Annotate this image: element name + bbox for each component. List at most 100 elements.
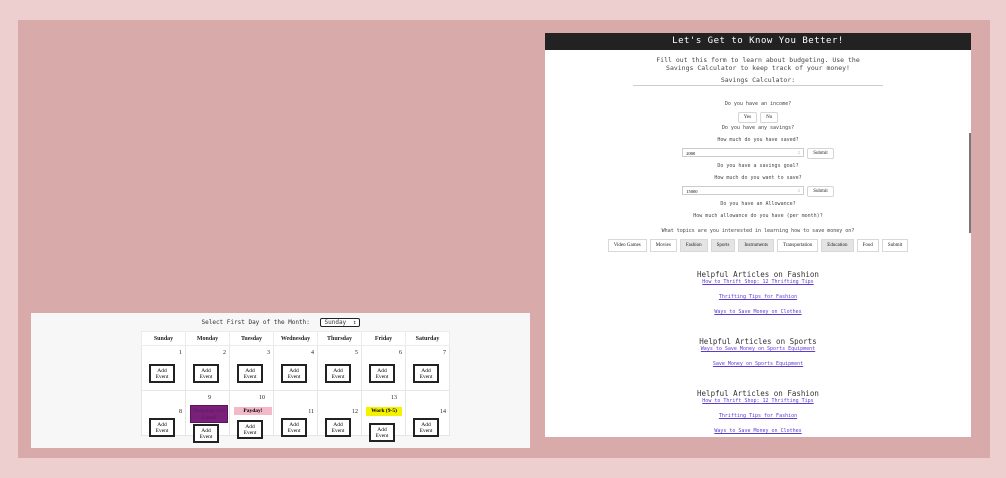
day-cell: 7 Add Event	[405, 345, 450, 391]
day-cell: 9 Shopping with Friend Add Event	[185, 390, 230, 443]
topic-sports[interactable]: Sports	[710, 239, 736, 252]
day-cell: 10 Payday! Add Event	[229, 390, 274, 439]
topic-video-games[interactable]: Video Games	[607, 239, 647, 252]
topics-submit-button[interactable]: Submit	[881, 239, 909, 252]
day-cell: 13 Work (9-5) Add Event	[361, 390, 406, 442]
add-event-button[interactable]: Add Event	[281, 364, 307, 383]
article-link[interactable]: How to Thrift Shop: 12 Thrifting Tips	[545, 398, 971, 404]
add-event-button[interactable]: Add Event	[281, 418, 307, 437]
topic-education[interactable]: Education	[821, 239, 854, 252]
first-day-label: Select First Day of the Month:	[201, 319, 310, 326]
question-allowance-amount: How much allowance do you have (per mont…	[693, 213, 823, 219]
question-goal-amount: How much do you want to save?	[714, 175, 802, 181]
day-number: 3	[267, 350, 270, 356]
fashion-articles-title: Helpful Articles on Fashion	[697, 389, 819, 398]
saved-amount-input[interactable]: 2000	[682, 148, 805, 158]
form-header: Let's Get to Know You Better!	[545, 33, 971, 50]
topic-transportation[interactable]: Transportation	[777, 239, 819, 252]
day-cell: 14 Add Event	[405, 390, 450, 437]
day-number: 11	[308, 409, 314, 415]
day-number: 5	[355, 350, 358, 356]
topic-instruments[interactable]: Instruments	[738, 239, 774, 252]
topic-movies[interactable]: Movies	[649, 239, 677, 252]
scrollbar[interactable]	[969, 133, 971, 233]
day-cell: 4 Add Event	[273, 345, 318, 391]
collage-panel: Select First Day of the Month: Sunday Su…	[18, 20, 990, 458]
goal-amount-row: 15000 Submit	[545, 186, 971, 197]
submit-button[interactable]: Submit	[807, 148, 834, 159]
topic-fashion[interactable]: Fashion	[679, 239, 708, 252]
calendar-grid: Sunday Monday Tuesday Wednesday Thursday…	[141, 331, 450, 443]
add-event-button[interactable]: Add Event	[413, 364, 439, 383]
day-number: 4	[311, 350, 314, 356]
question-topics: What topics are you interested in learni…	[661, 228, 855, 234]
income-choice: Yes No	[545, 112, 971, 123]
add-event-button[interactable]: Add Event	[193, 364, 219, 383]
fashion-articles-repeat: Helpful Articles on Fashion How to Thrif…	[545, 389, 971, 434]
add-event-button[interactable]: Add Event	[237, 420, 263, 439]
day-cell: 12 Add Event	[317, 390, 362, 437]
weekday-saturday: Saturday	[405, 331, 450, 346]
day-number: 13	[391, 395, 397, 401]
weekday-tuesday: Tuesday	[229, 331, 274, 346]
add-event-button[interactable]: Add Event	[369, 423, 395, 442]
question-allowance: Do you have an Allowance?	[720, 201, 796, 207]
weekday-monday: Monday	[185, 331, 230, 346]
sports-articles: Helpful Articles on Sports Ways to Save …	[545, 337, 971, 367]
question-goal: Do you have a savings goal?	[717, 163, 799, 169]
article-link[interactable]: Save Money on Sports Equipment	[545, 361, 971, 367]
article-link[interactable]: Thrifting Tips for Fashion	[545, 413, 971, 419]
day-number: 8	[179, 409, 182, 415]
fashion-articles: Helpful Articles on Fashion How to Thrif…	[545, 270, 971, 315]
first-day-select[interactable]: Sunday	[319, 318, 360, 327]
day-cell: 11 Add Event	[273, 390, 318, 437]
sports-articles-title: Helpful Articles on Sports	[699, 337, 817, 346]
submit-button[interactable]: Submit	[807, 186, 834, 197]
day-cell: 5 Add Event	[317, 345, 362, 391]
add-event-button[interactable]: Add Event	[369, 364, 395, 383]
budget-form-screenshot: Let's Get to Know You Better! Fill out t…	[545, 33, 971, 437]
topic-food[interactable]: Food	[856, 239, 879, 252]
article-link[interactable]: How to Thrift Shop: 12 Thrifting Tips	[545, 279, 971, 285]
add-event-button[interactable]: Add Event	[237, 364, 263, 383]
weekday-thursday: Thursday	[317, 331, 362, 346]
topic-buttons: Video Games Movies Fashion Sports Instru…	[545, 239, 971, 252]
article-link[interactable]: Ways to Save Money on Sports Equipment	[545, 346, 971, 352]
day-cell: 1 Add Event	[141, 345, 186, 391]
goal-amount-input[interactable]: 15000	[682, 186, 805, 196]
saved-amount-row: 2000 Submit	[545, 148, 971, 159]
no-button[interactable]: No	[760, 112, 779, 123]
add-event-button[interactable]: Add Event	[149, 364, 175, 383]
event-payday[interactable]: Payday!	[234, 407, 272, 415]
week-row: 8 Add Event 9 Shopping with Friend Add Even…	[141, 390, 450, 443]
question-savings: Do you have any savings?	[721, 125, 795, 131]
yes-button[interactable]: Yes	[737, 112, 758, 123]
day-number: 12	[352, 409, 358, 415]
weekday-header-row: Sunday Monday Tuesday Wednesday Thursday…	[141, 331, 450, 346]
day-cell: 2 Add Event	[185, 345, 230, 391]
add-event-button[interactable]: Add Event	[149, 418, 175, 437]
weekday-friday: Friday	[361, 331, 406, 346]
intro-line: Savings Calculator to keep track of your…	[666, 64, 850, 72]
event-work[interactable]: Work (9-5)	[366, 407, 402, 416]
day-cell: 8 Add Event	[141, 390, 186, 437]
savings-calculator-title: Savings Calculator:	[633, 76, 883, 86]
question-income: Do you have an income?	[724, 101, 792, 107]
add-event-button[interactable]: Add Event	[193, 424, 219, 443]
day-number: 6	[399, 350, 402, 356]
calendar-screenshot: Select First Day of the Month: Sunday Su…	[31, 313, 530, 448]
day-number: 7	[443, 350, 446, 356]
article-link[interactable]: Thrifting Tips for Fashion	[545, 294, 971, 300]
weekday-sunday: Sunday	[141, 331, 186, 346]
form-intro: Fill out this form to learn about budget…	[545, 56, 971, 72]
article-link[interactable]: Ways to Save Money on Clothes	[545, 309, 971, 315]
event-shopping[interactable]: Shopping with Friend	[190, 405, 228, 423]
day-cell: 3 Add Event	[229, 345, 274, 391]
day-number: 10	[259, 395, 265, 401]
article-link[interactable]: Ways to Save Money on Clothes	[545, 428, 971, 434]
add-event-button[interactable]: Add Event	[325, 364, 351, 383]
add-event-button[interactable]: Add Event	[413, 418, 439, 437]
day-number: 2	[223, 350, 226, 356]
add-event-button[interactable]: Add Event	[325, 418, 351, 437]
day-cell: 6 Add Event	[361, 345, 406, 391]
